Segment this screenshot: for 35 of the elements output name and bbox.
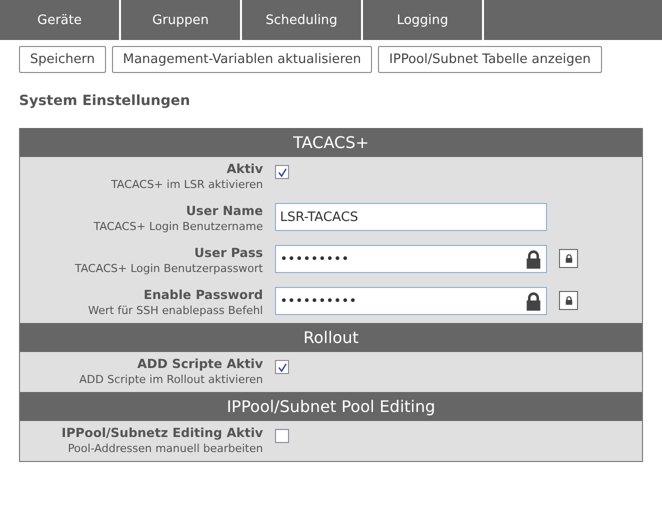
lock-icon — [525, 250, 542, 269]
section-header: IPPool/Subnet Pool Editing — [20, 392, 642, 421]
page-heading: System Einstellungen — [19, 93, 192, 111]
setting-hint: ADD Scripte im Rollout aktivieren — [79, 373, 263, 386]
setting-hint: TACACS+ Login Benutzerpasswort — [74, 262, 263, 275]
toolbar-button[interactable]: IPPool/Subnet Tabelle anzeigen — [378, 46, 602, 73]
section-header: TACACS+ — [20, 128, 642, 157]
setting-hint: TACACS+ im LSR aktivieren — [111, 178, 263, 191]
checkbox[interactable] — [275, 360, 289, 374]
password-field[interactable]: ••••••••• — [275, 245, 547, 273]
setting-hint: Wert für SSH enablepass Befehl — [88, 304, 263, 317]
setting-label: ADD Scripte Aktiv — [137, 356, 263, 371]
nav-tab[interactable]: Logging — [363, 0, 484, 40]
setting-hint: TACACS+ Login Benutzername — [94, 220, 263, 233]
setting-hint: Pool-Addressen manuell bearbeiten — [68, 442, 263, 455]
lock-icon — [564, 254, 572, 263]
lock-button[interactable] — [559, 249, 578, 268]
text-field[interactable]: LSR-TACACS — [275, 203, 547, 231]
setting-label: Enable Password — [144, 287, 263, 302]
lock-button[interactable] — [559, 291, 578, 310]
setting-label: IPPool/Subnetz Editing Aktiv — [62, 425, 263, 440]
toolbar-button[interactable]: Speichern — [19, 46, 106, 73]
nav-tab[interactable]: Geräte — [0, 0, 121, 40]
checkbox[interactable] — [275, 429, 289, 443]
checkbox[interactable] — [275, 165, 289, 179]
setting-label: Aktiv — [226, 161, 263, 176]
lock-icon — [525, 292, 542, 311]
lock-icon — [564, 296, 572, 305]
setting-label: User Pass — [194, 245, 263, 260]
toolbar-button[interactable]: Management-Variablen aktualisieren — [112, 46, 372, 73]
section-header: Rollout — [20, 323, 642, 352]
password-field[interactable]: •••••••••• — [275, 287, 547, 315]
setting-label: User Name — [186, 203, 263, 218]
nav-tab[interactable]: Gruppen — [121, 0, 242, 40]
nav-tab[interactable]: Scheduling — [242, 0, 363, 40]
